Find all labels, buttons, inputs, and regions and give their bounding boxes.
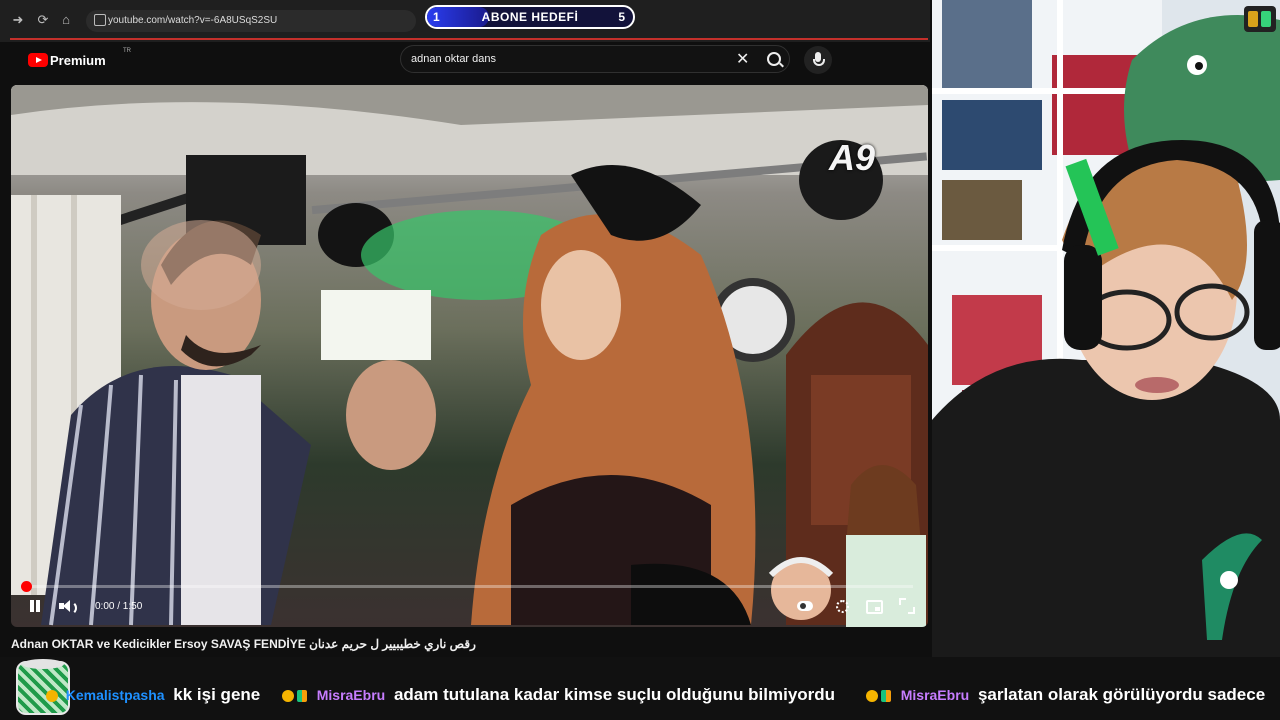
- gift-badge-icon: [881, 689, 891, 702]
- chat-text: şarlatan olarak görülüyordu sadece: [977, 685, 1266, 704]
- search-icon[interactable]: [767, 52, 781, 66]
- site-settings-icon[interactable]: [94, 14, 106, 26]
- pause-icon[interactable]: [28, 599, 42, 613]
- goal-title: ABONE HEDEFİ: [481, 10, 579, 24]
- mic-icon[interactable]: [804, 46, 832, 74]
- chat-message: MisraEbru şarlatan olarak görülüyordu sa…: [866, 685, 1265, 705]
- youtube-header: Premium TR adnan oktar dans ✕: [0, 42, 930, 82]
- page-load-bar: [10, 38, 928, 40]
- logo-text: Premium: [50, 53, 106, 68]
- autoplay-toggle-icon[interactable]: [797, 598, 813, 614]
- video-title[interactable]: Adnan OKTAR ve Kedicikler Ersoy SAVAŞ FE…: [11, 637, 476, 651]
- reload-icon[interactable]: ⟳: [35, 12, 51, 28]
- goal-max: 5: [618, 10, 625, 24]
- url-text: youtube.com/watch?v=-6A8USqS2SU: [108, 15, 278, 26]
- video-frame: [11, 85, 928, 627]
- arrow-forward-icon[interactable]: ➜: [10, 12, 26, 28]
- progress-bar[interactable]: [21, 581, 913, 592]
- chat-username: MisraEbru: [316, 687, 386, 703]
- miniplayer-icon[interactable]: [866, 598, 883, 614]
- webcam-overlay: [932, 0, 1280, 657]
- channel-watermark: A9: [829, 137, 876, 178]
- webcam-frame: [932, 0, 1280, 657]
- scrubber-handle[interactable]: [21, 581, 32, 592]
- chat-text: kk işi gene: [173, 685, 261, 704]
- subscriber-goal-widget: 1 ABONE HEDEFİ 5: [425, 5, 635, 29]
- chat-ticker: Kemalistpasha kk işi gene MisraEbru adam…: [0, 657, 1280, 720]
- chat-username: Kemalistpasha: [65, 687, 165, 703]
- fullscreen-icon[interactable]: [899, 598, 915, 614]
- chat-text: adam tutulana kadar kimse suçlu olduğunu…: [393, 685, 836, 704]
- settings-icon[interactable]: [834, 598, 850, 614]
- search-box[interactable]: adnan oktar dans ✕: [400, 45, 790, 73]
- subscriber-badge-icon: [282, 689, 294, 702]
- logo-country: TR: [123, 48, 131, 54]
- home-icon[interactable]: ⌂: [58, 12, 74, 27]
- chat-message: MisraEbru adam tutulana kadar kimse suçl…: [282, 685, 835, 705]
- browser-toolbar: ➜ ⟳ ⌂ youtube.com/watch?v=-6A8USqS2SU 1 …: [0, 0, 930, 42]
- clear-icon[interactable]: ✕: [736, 49, 749, 69]
- volume-icon[interactable]: [59, 599, 77, 615]
- search-input[interactable]: adnan oktar dans: [411, 53, 496, 65]
- gift-badge-icon: [297, 689, 307, 702]
- stream-tool-icon: [1244, 6, 1276, 32]
- video-player[interactable]: A9 0:00 / 1:50: [11, 85, 928, 627]
- time-display: 0:00 / 1:50: [95, 601, 143, 612]
- chat-username: MisraEbru: [900, 687, 970, 703]
- subscriber-badge-icon: [866, 689, 878, 702]
- address-bar[interactable]: youtube.com/watch?v=-6A8USqS2SU: [86, 10, 416, 32]
- youtube-play-icon: [28, 53, 48, 67]
- chat-message: Kemalistpasha kk işi gene: [46, 685, 260, 705]
- subscriber-badge-icon: [46, 689, 58, 702]
